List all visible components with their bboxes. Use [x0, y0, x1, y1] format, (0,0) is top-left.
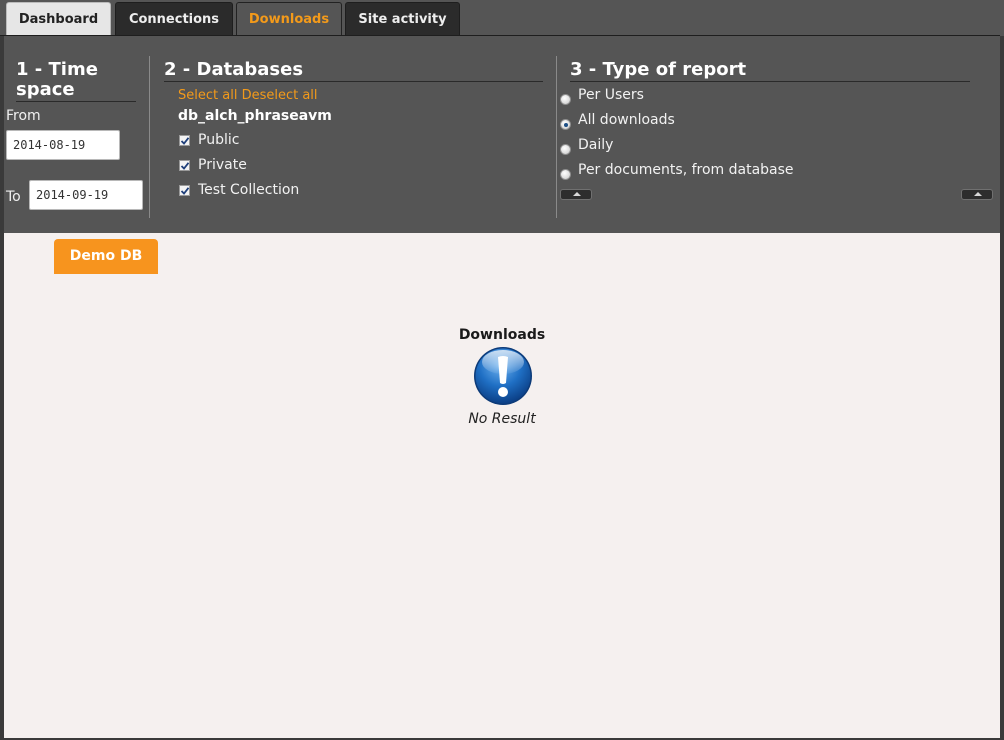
collapse-button-left[interactable]	[560, 189, 592, 200]
checkbox-public[interactable]	[179, 135, 190, 146]
timespace-title-line2: space	[16, 79, 75, 100]
checkbox-test-collection[interactable]	[179, 185, 190, 196]
checkmark-icon	[180, 137, 190, 145]
database-tab-demo-db[interactable]: Demo DB	[54, 239, 158, 274]
column-separator-2	[556, 56, 557, 218]
select-all-link[interactable]: Select all	[178, 88, 237, 103]
filter-panel: 1 - Time space From 2014-08-19 To 2014-0…	[4, 36, 1000, 233]
report-option-daily: Daily	[578, 137, 614, 153]
tab-site-activity[interactable]: Site activity	[345, 2, 460, 35]
timespace-title: 1 - Time space	[16, 60, 98, 100]
report-type-title-underline	[570, 81, 970, 82]
no-result-message: No Result	[468, 411, 536, 427]
timespace-title-underline	[16, 101, 136, 102]
to-label: To	[6, 189, 21, 205]
collapse-button-right[interactable]	[961, 189, 993, 200]
databases-title-underline	[164, 81, 543, 82]
select-links: Select all Deselect all	[178, 88, 318, 103]
checkmark-icon	[180, 187, 190, 195]
radio-daily[interactable]	[560, 144, 571, 155]
result-title: Downloads	[458, 327, 546, 343]
databases-title: 2 - Databases	[164, 59, 304, 80]
to-date-input[interactable]: 2014-09-19	[29, 180, 143, 210]
exclamation-icon	[474, 347, 532, 405]
top-tab-bar: Dashboard Connections Downloads Site act…	[0, 0, 1004, 36]
collection-label-public: Public	[198, 132, 240, 148]
checkmark-icon	[180, 162, 190, 170]
from-date-input[interactable]: 2014-08-19	[6, 130, 120, 160]
checkbox-private[interactable]	[179, 160, 190, 171]
report-option-all-downloads: All downloads	[578, 112, 675, 128]
tab-connections[interactable]: Connections	[115, 2, 233, 35]
from-label: From	[6, 108, 41, 124]
report-option-per-documents: Per documents, from database	[578, 162, 794, 178]
collection-label-test-collection: Test Collection	[198, 182, 300, 198]
database-name: db_alch_phraseavm	[178, 108, 332, 124]
radio-all-downloads[interactable]	[560, 119, 571, 130]
tab-downloads[interactable]: Downloads	[236, 2, 342, 35]
report-type-title: 3 - Type of report	[570, 59, 747, 80]
column-separator-1	[149, 56, 150, 218]
timespace-title-line1: 1 - Time	[16, 59, 98, 80]
collection-label-private: Private	[198, 157, 247, 173]
tab-dashboard[interactable]: Dashboard	[6, 2, 111, 35]
deselect-all-link[interactable]: Deselect all	[242, 88, 318, 103]
radio-per-users[interactable]	[560, 94, 571, 105]
radio-per-documents[interactable]	[560, 169, 571, 180]
report-content: Demo DB Downloads No Result	[4, 233, 1000, 738]
report-option-per-users: Per Users	[578, 87, 644, 103]
